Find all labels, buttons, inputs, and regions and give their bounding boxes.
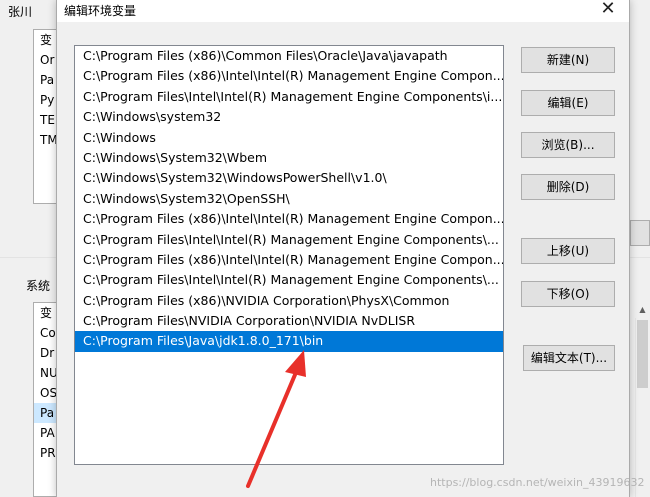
delete-button[interactable]: 删除(D) xyxy=(521,174,615,200)
path-row[interactable]: C:\Program Files (x86)\NVIDIA Corporatio… xyxy=(75,291,503,311)
edit-text-button[interactable]: 编辑文本(T)... xyxy=(523,345,615,371)
dialog-title: 编辑环境变量 xyxy=(64,4,137,18)
close-icon[interactable]: ✕ xyxy=(595,0,621,20)
user-vars-label: 张川 xyxy=(8,5,33,19)
path-row[interactable]: C:\Windows\system32 xyxy=(75,107,503,127)
bg-button[interactable] xyxy=(630,220,650,246)
watermark: https://blog.csdn.net/weixin_43919632 xyxy=(430,476,645,489)
path-row[interactable]: C:\Program Files\Intel\Intel(R) Manageme… xyxy=(75,230,503,250)
path-row[interactable]: C:\Program Files\Intel\Intel(R) Manageme… xyxy=(75,87,503,107)
path-row[interactable]: C:\Program Files (x86)\Intel\Intel(R) Ma… xyxy=(75,66,503,86)
path-row[interactable]: C:\Program Files (x86)\Common Files\Orac… xyxy=(75,46,503,66)
path-row[interactable]: C:\Windows xyxy=(75,128,503,148)
path-row[interactable]: C:\Program Files\NVIDIA Corporation\NVID… xyxy=(75,311,503,331)
path-row[interactable]: C:\Windows\System32\Wbem xyxy=(75,148,503,168)
path-row[interactable]: C:\Program Files (x86)\Intel\Intel(R) Ma… xyxy=(75,250,503,270)
path-list[interactable]: C:\Program Files (x86)\Common Files\Orac… xyxy=(74,45,504,465)
browse-button[interactable]: 浏览(B)... xyxy=(521,132,615,158)
move-down-button[interactable]: 下移(O) xyxy=(521,281,615,307)
move-up-button[interactable]: 上移(U) xyxy=(521,238,615,264)
scrollbar-thumb[interactable] xyxy=(637,320,648,388)
dialog-titlebar[interactable]: 编辑环境变量 ✕ xyxy=(57,0,629,22)
path-row-selected[interactable]: C:\Program Files\Java\jdk1.8.0_171\bin xyxy=(75,331,503,352)
path-row[interactable]: C:\Windows\System32\OpenSSH\ xyxy=(75,189,503,209)
path-row[interactable]: C:\Windows\System32\WindowsPowerShell\v1… xyxy=(75,168,503,188)
edit-button[interactable]: 编辑(E) xyxy=(521,90,615,116)
system-vars-label: 系统 xyxy=(26,279,51,293)
edit-env-var-dialog: 编辑环境变量 ✕ C:\Program Files (x86)\Common F… xyxy=(56,0,630,497)
scroll-up-icon[interactable]: ▲ xyxy=(635,302,650,318)
new-button[interactable]: 新建(N) xyxy=(521,47,615,73)
path-row[interactable]: C:\Program Files (x86)\Intel\Intel(R) Ma… xyxy=(75,209,503,229)
path-row[interactable]: C:\Program Files\Intel\Intel(R) Manageme… xyxy=(75,270,503,290)
